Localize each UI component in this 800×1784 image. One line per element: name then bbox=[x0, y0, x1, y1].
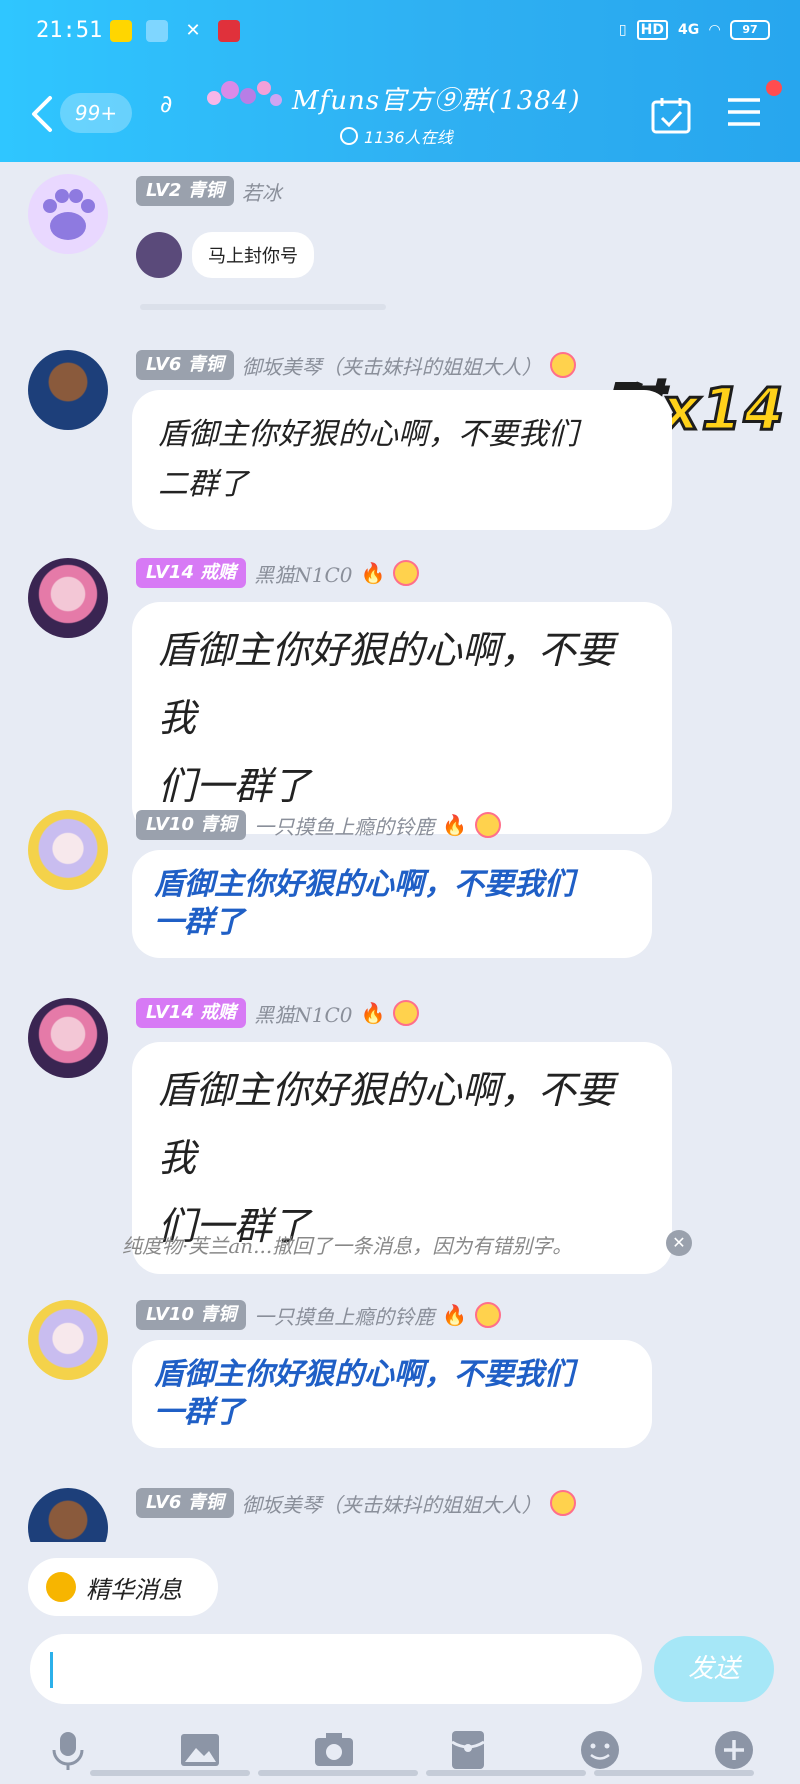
avatar[interactable] bbox=[28, 174, 108, 254]
emoji-badge-icon bbox=[393, 560, 420, 586]
message-text-line: 盾御主你好狠的心啊，不要我 bbox=[158, 1068, 615, 1180]
battery-icon: 97 bbox=[730, 20, 770, 40]
essence-icon bbox=[46, 1572, 76, 1602]
news-icon bbox=[218, 20, 240, 42]
fire-icon: 🔥 bbox=[442, 813, 468, 837]
sender-name[interactable]: 若冰 bbox=[242, 177, 282, 206]
signal-icon: 4G bbox=[677, 22, 700, 38]
app-notify-icon bbox=[110, 20, 132, 42]
level-badge: LV14 戒赌 bbox=[136, 998, 247, 1028]
status-time: 21:51 bbox=[36, 18, 103, 43]
message-text-line: 二群了 bbox=[158, 467, 248, 502]
camera-icon[interactable] bbox=[312, 1728, 356, 1772]
message-bubble[interactable]: 盾御主你好狠的心啊，不要我们 一群了 bbox=[132, 850, 652, 958]
sender-name[interactable]: 黑猫N1C0 bbox=[254, 999, 352, 1028]
message-text-line: 盾御主你好狠的心啊，不要我们 bbox=[154, 1357, 574, 1392]
avatar[interactable] bbox=[28, 350, 108, 430]
emoji-badge-icon bbox=[393, 1000, 420, 1026]
avatar[interactable] bbox=[28, 558, 108, 638]
gesture-bar bbox=[90, 1770, 754, 1776]
message-text-line: 盾御主你好狠的心啊，不要我 bbox=[158, 628, 615, 740]
fire-icon: 🔥 bbox=[442, 1303, 468, 1327]
message-text-line: 盾御主你好狠的心啊，不要我们 bbox=[158, 417, 578, 452]
message-text-line: 一群了 bbox=[154, 1395, 244, 1430]
paw-avatar-icon bbox=[43, 189, 95, 240]
notification-dot bbox=[766, 80, 782, 96]
red-packet-icon[interactable] bbox=[446, 1728, 490, 1772]
top-bar: 21:51 ✕ ▯ HD 4G ◠ 97 99+ ∂ Mfuns官方⑨群(138… bbox=[0, 0, 800, 162]
online-count: 1136人在线 bbox=[340, 124, 453, 148]
system-icons: ▯ HD 4G ◠ 97 bbox=[619, 20, 770, 40]
image-icon[interactable] bbox=[178, 1728, 222, 1772]
input-toolbar bbox=[0, 1718, 800, 1784]
plus-icon[interactable] bbox=[712, 1728, 756, 1772]
emoji-badge-icon bbox=[475, 1302, 502, 1328]
message-bubble[interactable]: 盾御主你好狠的心啊，不要我 们一群了 bbox=[132, 602, 672, 834]
sender-name[interactable]: 一只摸鱼上瘾的铃鹿 bbox=[254, 811, 434, 840]
level-badge: LV10 青铜 bbox=[136, 1300, 247, 1330]
unread-badge[interactable]: 99+ bbox=[60, 93, 132, 133]
hd-icon: HD bbox=[636, 20, 668, 40]
recall-notice: 纯度物·芙兰an...撤回了一条消息，因为有错别字。 bbox=[122, 1234, 573, 1258]
close-icon[interactable]: ✕ bbox=[666, 1230, 692, 1256]
back-arrow-icon[interactable] bbox=[30, 94, 54, 134]
menu-icon[interactable] bbox=[726, 96, 762, 128]
avatar[interactable] bbox=[28, 810, 108, 890]
emoji-badge-icon bbox=[549, 1490, 576, 1516]
message-meta: LV10 青铜 一只摸鱼上瘾的铃鹿 🔥 bbox=[136, 810, 502, 840]
level-badge: LV6 青铜 bbox=[136, 350, 234, 380]
divider bbox=[140, 304, 386, 310]
ear-icon[interactable]: ∂ bbox=[160, 90, 172, 118]
avatar[interactable] bbox=[28, 998, 108, 1078]
sticker-bubble: 马上封你号 bbox=[192, 232, 314, 278]
message-input[interactable] bbox=[30, 1634, 642, 1704]
x-icon: ✕ bbox=[185, 20, 201, 41]
fire-icon: 🔥 bbox=[360, 561, 386, 585]
sticker-avatar bbox=[136, 232, 182, 278]
send-button[interactable]: 发送 bbox=[654, 1636, 774, 1702]
level-badge: LV14 戒赌 bbox=[136, 558, 247, 588]
message-meta: LV2 青铜 若冰 bbox=[136, 176, 282, 206]
mic-icon[interactable] bbox=[46, 1728, 90, 1772]
level-badge: LV10 青铜 bbox=[136, 810, 247, 840]
online-count-label: 1136人在线 bbox=[364, 128, 453, 147]
message-bubble[interactable]: 盾御主你好狠的心啊，不要我们 一群了 bbox=[132, 1340, 652, 1448]
essence-messages-button[interactable]: 精华消息 bbox=[28, 1558, 218, 1616]
emoji-badge-icon bbox=[549, 352, 576, 378]
sender-name[interactable]: 御坂美琴（夹击妹抖的姐姐大人） bbox=[242, 1489, 542, 1518]
text-caret bbox=[50, 1652, 53, 1688]
message-meta: LV10 青铜 一只摸鱼上瘾的铃鹿 🔥 bbox=[136, 1300, 502, 1330]
notification-icons: ✕ bbox=[110, 20, 240, 42]
sender-name[interactable]: 一只摸鱼上瘾的铃鹿 bbox=[254, 1301, 434, 1330]
message-text-line: 一群了 bbox=[154, 905, 244, 940]
level-badge: LV2 青铜 bbox=[136, 176, 234, 206]
message-bubble[interactable]: 盾御主你好狠的心啊，不要我们 二群了 bbox=[132, 390, 672, 530]
fire-icon: 🔥 bbox=[360, 1001, 386, 1025]
message-meta: LV6 青铜 御坂美琴（夹击妹抖的姐姐大人） bbox=[136, 350, 576, 380]
emoji-icon[interactable] bbox=[578, 1728, 622, 1772]
message-meta: LV14 戒赌 黑猫N1C0 🔥 bbox=[136, 998, 420, 1028]
message-meta: LV6 青铜 御坂美琴（夹击妹抖的姐姐大人） bbox=[136, 1488, 576, 1518]
emoji-badge-icon bbox=[475, 812, 502, 838]
status-bar: 21:51 ✕ ▯ HD 4G ◠ 97 bbox=[0, 18, 800, 48]
chat-area[interactable]: LV2 青铜 若冰 马上封你号 怼x14 LV6 青铜 御坂美琴（夹击妹抖的姐姐… bbox=[0, 162, 800, 1542]
avatar[interactable] bbox=[28, 1300, 108, 1380]
message-meta: LV14 戒赌 黑猫N1C0 🔥 bbox=[136, 558, 420, 588]
calendar-check-icon[interactable] bbox=[650, 96, 692, 134]
group-title[interactable]: Mfuns官方⑨群(1384) bbox=[292, 80, 581, 117]
app-notify-icon bbox=[146, 20, 168, 42]
avatar[interactable] bbox=[28, 1488, 108, 1542]
wifi-icon: ◠ bbox=[709, 22, 720, 38]
vibrate-icon: ▯ bbox=[618, 22, 627, 38]
sender-name[interactable]: 黑猫N1C0 bbox=[254, 559, 352, 588]
essence-label: 精华消息 bbox=[86, 1575, 182, 1604]
message-text-line: 盾御主你好狠的心啊，不要我们 bbox=[154, 867, 574, 902]
flower-decoration-icon bbox=[207, 81, 282, 106]
sticker-message[interactable]: 马上封你号 bbox=[136, 232, 314, 278]
online-icon bbox=[340, 127, 358, 145]
sender-name[interactable]: 御坂美琴（夹击妹抖的姐姐大人） bbox=[242, 351, 542, 380]
level-badge: LV6 青铜 bbox=[136, 1488, 234, 1518]
